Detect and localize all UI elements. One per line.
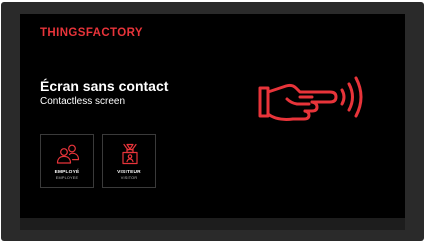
brand-logo: THINGSFACTORY — [40, 27, 143, 39]
page-subtitle: Contactless screen — [40, 96, 126, 107]
employee-sublabel: EMPLOYEE — [55, 176, 79, 180]
visitor-sublabel: VISITOR — [120, 176, 138, 180]
page-title: Écran sans contact — [40, 78, 169, 94]
employee-button[interactable]: EMPLOYÉ EMPLOYEE — [40, 134, 94, 188]
visitor-button[interactable]: VISITEUR VISITOR — [102, 134, 156, 188]
people-icon — [56, 144, 80, 164]
visitor-label: VISITEUR — [117, 170, 141, 175]
employee-label: EMPLOYÉ — [54, 170, 80, 175]
contactless-hand-icon — [258, 76, 363, 121]
visitor-badge-icon — [122, 143, 138, 165]
screen-bottom-band — [20, 218, 405, 230]
